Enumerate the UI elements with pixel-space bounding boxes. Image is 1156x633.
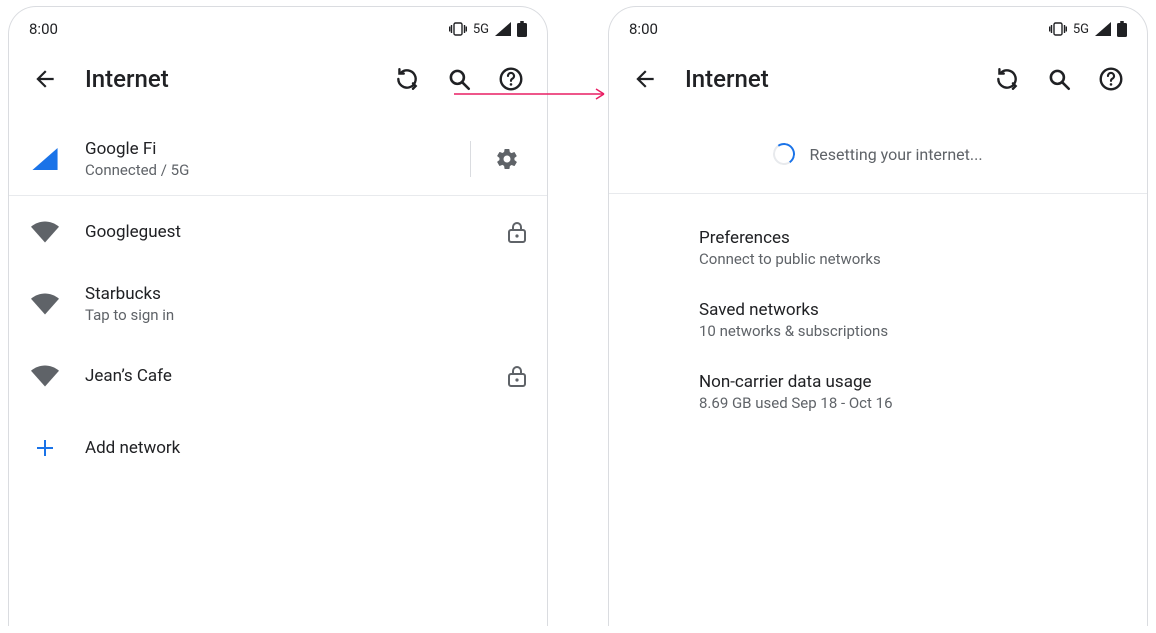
arrow-back-icon [632,66,658,92]
status-icons: 5G [449,21,527,37]
status-time: 8:00 [629,20,658,38]
saved-networks-row[interactable]: Saved networks 10 networks & subscriptio… [609,284,1147,356]
status-network-label: 5G [473,22,489,37]
wifi-network-row[interactable]: Jean’s Cafe [9,340,547,412]
battery-icon [1117,21,1127,37]
help-button[interactable] [1091,59,1131,99]
status-bar: 8:00 5G [9,7,547,43]
arrow-back-icon [32,66,58,92]
app-bar: Internet [609,43,1147,123]
divider [470,141,471,177]
row-title: Preferences [699,228,1127,248]
data-usage-row[interactable]: Non-carrier data usage 8.69 GB used Sep … [609,356,1147,428]
wifi-ssid: Googleguest [85,222,483,242]
phone-screen-before: 8:00 5G Internet [8,6,548,626]
row-subtitle: 10 networks & subscriptions [699,322,1127,340]
page-title: Internet [85,65,375,93]
carrier-name: Google Fi [85,139,446,159]
gear-icon [495,147,519,171]
vibrate-icon [449,22,467,36]
wifi-icon [29,221,61,243]
lock-icon [507,220,527,244]
row-subtitle: 8.69 GB used Sep 18 - Oct 16 [699,394,1127,412]
cell-signal-icon [495,22,511,36]
carrier-status: Connected / 5G [85,161,446,179]
search-icon [446,66,472,92]
help-button[interactable] [491,59,531,99]
plus-icon [29,436,61,460]
status-icons: 5G [1049,21,1127,37]
spinner-icon [772,141,797,166]
page-title: Internet [685,65,975,93]
wifi-network-row[interactable]: Googleguest [9,196,547,268]
back-button[interactable] [25,59,65,99]
search-button[interactable] [1039,59,1079,99]
status-bar: 8:00 5G [609,7,1147,43]
status-network-label: 5G [1073,22,1089,37]
wifi-ssid: Jean’s Cafe [85,366,483,386]
phone-screen-after: 8:00 5G Internet R [608,6,1148,626]
reset-button[interactable] [387,59,427,99]
vibrate-icon [1049,22,1067,36]
resetting-label: Resetting your internet... [809,145,982,164]
cell-signal-icon [29,148,61,170]
lock-icon [507,364,527,388]
reset-icon [994,66,1020,92]
back-button[interactable] [625,59,665,99]
wifi-status: Tap to sign in [85,306,503,324]
wifi-network-row[interactable]: Starbucks Tap to sign in [9,268,547,340]
row-title: Non-carrier data usage [699,372,1127,392]
help-icon [1098,66,1124,92]
row-title: Saved networks [699,300,1127,320]
status-time: 8:00 [29,20,58,38]
wifi-icon [29,293,61,315]
preferences-row[interactable]: Preferences Connect to public networks [609,212,1147,284]
add-network-row[interactable]: Add network [9,412,547,484]
wifi-icon [29,365,61,387]
reset-button[interactable] [987,59,1027,99]
app-bar: Internet [9,43,547,123]
cell-signal-icon [1095,22,1111,36]
resetting-banner: Resetting your internet... [609,123,1147,193]
search-icon [1046,66,1072,92]
battery-icon [517,21,527,37]
wifi-ssid: Starbucks [85,284,503,304]
carrier-settings-button[interactable] [487,139,527,179]
search-button[interactable] [439,59,479,99]
carrier-row[interactable]: Google Fi Connected / 5G [9,123,547,195]
reset-icon [394,66,420,92]
help-icon [498,66,524,92]
row-subtitle: Connect to public networks [699,250,1127,268]
add-network-label: Add network [85,438,527,458]
